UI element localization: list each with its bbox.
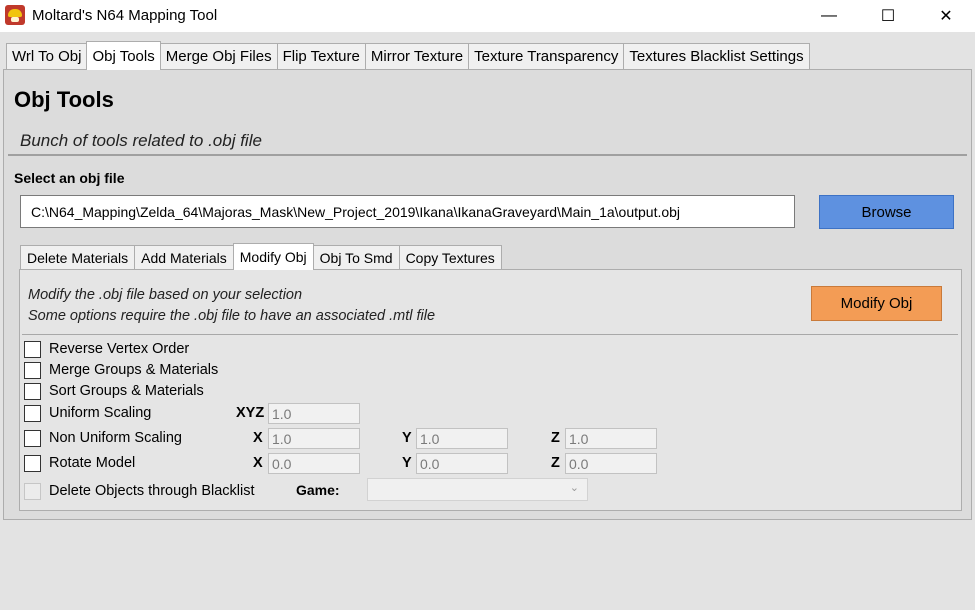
title-bar: Moltard's N64 Mapping Tool — ☐ ✕	[0, 0, 975, 32]
tab-flip-texture[interactable]: Flip Texture	[276, 43, 366, 69]
modify-obj-panel: Modify the .obj file based on your selec…	[19, 269, 962, 511]
rotate-y-input[interactable]	[416, 453, 508, 474]
select-obj-label: Select an obj file	[14, 170, 125, 186]
main-tab-bar: Wrl To Obj Obj Tools Merge Obj Files Fli…	[6, 41, 810, 70]
rotate-y-label: Y	[402, 455, 412, 471]
scale-z-label: Z	[551, 430, 560, 446]
tab-obj-tools[interactable]: Obj Tools	[86, 41, 161, 70]
rotate-model-option[interactable]: Rotate Model	[24, 454, 135, 472]
uniform-scaling-checkbox[interactable]	[24, 404, 41, 422]
uniform-scaling-label: Uniform Scaling	[49, 405, 152, 421]
tab-add-materials[interactable]: Add Materials	[134, 245, 234, 270]
modify-obj-button[interactable]: Modify Obj	[811, 286, 942, 321]
obj-tools-panel: Obj Tools Bunch of tools related to .obj…	[3, 69, 972, 520]
rotate-x-label: X	[253, 455, 263, 471]
rotate-model-checkbox[interactable]	[24, 454, 41, 472]
non-uniform-scaling-checkbox[interactable]	[24, 429, 41, 447]
merge-groups-checkbox[interactable]	[24, 361, 41, 379]
game-select: ⌄	[367, 478, 588, 501]
tab-copy-textures[interactable]: Copy Textures	[398, 245, 502, 270]
tab-wrl-to-obj[interactable]: Wrl To Obj	[6, 43, 88, 69]
scale-y-input[interactable]	[416, 428, 508, 449]
browse-button[interactable]: Browse	[819, 195, 954, 229]
page-subtitle: Bunch of tools related to .obj file	[20, 131, 262, 150]
reverse-vertex-label: Reverse Vertex Order	[49, 341, 190, 357]
reverse-vertex-option[interactable]: Reverse Vertex Order	[24, 340, 189, 358]
rotate-x-input[interactable]	[268, 453, 360, 474]
reverse-vertex-checkbox[interactable]	[24, 340, 41, 358]
app-icon	[5, 5, 25, 25]
sort-groups-checkbox[interactable]	[24, 382, 41, 400]
game-label: Game:	[296, 482, 340, 498]
sub-tab-bar: Delete Materials Add Materials Modify Ob…	[20, 243, 502, 270]
non-uniform-scaling-label: Non Uniform Scaling	[49, 430, 182, 446]
delete-blacklist-option: Delete Objects through Blacklist	[24, 482, 255, 500]
scale-x-input[interactable]	[268, 428, 360, 449]
uniform-scaling-option[interactable]: Uniform Scaling	[24, 404, 151, 422]
sort-groups-option[interactable]: Sort Groups & Materials	[24, 382, 204, 400]
tab-merge-obj-files[interactable]: Merge Obj Files	[159, 43, 278, 69]
divider	[22, 334, 958, 335]
merge-groups-label: Merge Groups & Materials	[49, 362, 219, 378]
divider	[8, 154, 967, 156]
description-line-1: Modify the .obj file based on your selec…	[28, 287, 303, 303]
maximize-button[interactable]: ☐	[859, 0, 917, 32]
page-title: Obj Tools	[14, 87, 114, 112]
obj-file-path-input[interactable]	[20, 195, 795, 228]
scale-y-label: Y	[402, 430, 412, 446]
uniform-scale-input[interactable]	[268, 403, 360, 424]
rotate-model-label: Rotate Model	[49, 455, 136, 471]
xyz-label: XYZ	[236, 405, 265, 421]
tab-textures-blacklist-settings[interactable]: Textures Blacklist Settings	[623, 43, 810, 69]
delete-blacklist-checkbox	[24, 482, 41, 500]
description-line-2: Some options require the .obj file to ha…	[28, 308, 436, 324]
tab-obj-to-smd[interactable]: Obj To Smd	[312, 245, 400, 270]
scale-z-input[interactable]	[565, 428, 657, 449]
delete-blacklist-label: Delete Objects through Blacklist	[49, 483, 255, 499]
tab-mirror-texture[interactable]: Mirror Texture	[364, 43, 470, 69]
minimize-button[interactable]: —	[800, 0, 858, 32]
rotate-z-input[interactable]	[565, 453, 657, 474]
tab-texture-transparency[interactable]: Texture Transparency	[468, 43, 625, 69]
close-button[interactable]: ✕	[917, 0, 975, 32]
sort-groups-label: Sort Groups & Materials	[49, 383, 204, 399]
window-title: Moltard's N64 Mapping Tool	[32, 7, 218, 24]
chevron-down-icon: ⌄	[569, 482, 579, 494]
tab-delete-materials[interactable]: Delete Materials	[20, 245, 136, 270]
merge-groups-option[interactable]: Merge Groups & Materials	[24, 361, 218, 379]
non-uniform-scaling-option[interactable]: Non Uniform Scaling	[24, 429, 182, 447]
tab-modify-obj[interactable]: Modify Obj	[232, 243, 314, 270]
scale-x-label: X	[253, 430, 263, 446]
rotate-z-label: Z	[551, 455, 560, 471]
